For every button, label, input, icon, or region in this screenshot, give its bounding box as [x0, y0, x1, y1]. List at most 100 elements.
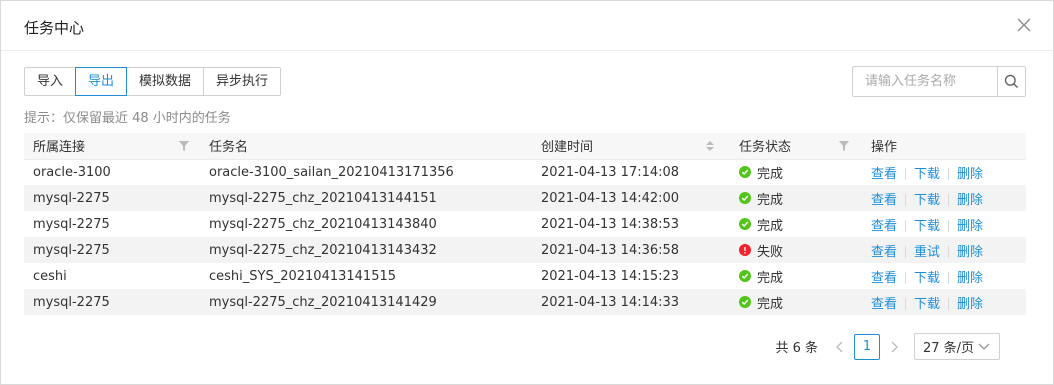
cell-task-name: mysql-2275_chz_20210413144151	[200, 185, 532, 211]
chevron-left-icon	[836, 341, 843, 352]
check-circle-icon	[739, 270, 751, 282]
view-link[interactable]: 查看	[871, 193, 897, 208]
table-row: mysql-2275 mysql-2275_chz_20210413143432 2…	[24, 237, 1026, 263]
status-badge: 完成	[739, 215, 783, 234]
cell-actions: 查看 重试 删除	[862, 237, 1026, 263]
table-row: mysql-2275 mysql-2275_chz_20210413141429 2…	[24, 289, 1026, 315]
table-row: oracle-3100 oracle-3100_sailan_2021041317…	[24, 159, 1026, 185]
view-link[interactable]: 查看	[871, 167, 897, 182]
divider	[905, 246, 907, 258]
cell-task-name: oracle-3100_sailan_20210413171356	[209, 164, 454, 180]
async-exec-button[interactable]: 异步执行	[203, 67, 282, 96]
task-search	[852, 66, 1026, 97]
view-link[interactable]: 查看	[871, 297, 897, 312]
cell-connection: ceshi	[33, 268, 67, 284]
divider	[948, 168, 950, 181]
status-badge: 失败	[739, 241, 783, 260]
filter-icon[interactable]	[178, 140, 190, 152]
cell-task-name: ceshi_SYS_20210413141515	[209, 268, 397, 284]
delete-link[interactable]: 删除	[957, 245, 983, 260]
divider	[905, 298, 907, 310]
cell-connection: mysql-2275	[24, 289, 200, 315]
action-toolbar: 导入 导出 模拟数据 异步执行	[24, 67, 282, 96]
chevron-down-icon	[978, 343, 990, 350]
dialog-title: 任务中心	[24, 19, 85, 37]
cell-connection: mysql-2275	[24, 185, 200, 211]
cell-status: 完成	[730, 263, 862, 289]
table-row: mysql-2275 mysql-2275_chz_20210413143840 2…	[24, 211, 1026, 237]
task-center-dialog: 任务中心 导入 导出 模拟数据 异步执行 提示：仅保留最近 48 小时内的任务 …	[0, 0, 1054, 385]
divider	[905, 220, 907, 232]
table-row: ceshi ceshi_SYS_20210413141515 2021-04-13 …	[24, 263, 1026, 289]
filter-icon[interactable]	[838, 140, 850, 152]
delete-link[interactable]: 删除	[957, 167, 983, 182]
cell-created-time: 2021-04-13 14:38:53	[541, 216, 680, 232]
next-page-button[interactable]	[884, 333, 904, 360]
pagination: 共 6 条 1 27 条/页	[775, 333, 1000, 360]
download-link[interactable]: 下载	[914, 219, 940, 234]
divider	[948, 272, 950, 284]
page-size-value: 27 条/页	[923, 341, 975, 356]
cell-status: 失败	[730, 237, 862, 263]
status-text: 完成	[757, 270, 784, 286]
delete-link[interactable]: 删除	[957, 297, 983, 312]
status-badge: 完成	[739, 293, 783, 312]
export-button[interactable]: 导出	[75, 67, 128, 96]
status-badge: 完成	[739, 267, 783, 286]
download-link[interactable]: 下载	[914, 271, 940, 286]
search-input[interactable]	[852, 66, 997, 97]
cell-actions: 查看 下载 删除	[862, 263, 1026, 289]
check-circle-icon	[739, 218, 751, 230]
cell-connection: oracle-3100	[33, 164, 111, 180]
import-button[interactable]: 导入	[24, 67, 77, 96]
col-header-status: 任务状态	[730, 133, 862, 160]
search-button[interactable]	[997, 66, 1026, 97]
cell-status: 完成	[730, 289, 862, 315]
cell-task-name: mysql-2275_chz_20210413143840	[209, 216, 437, 232]
cell-created-time: 2021-04-13 14:15:23	[541, 268, 680, 284]
status-badge: 完成	[739, 189, 783, 208]
status-badge: 完成	[739, 163, 783, 182]
status-text: 完成	[757, 166, 784, 182]
cell-status: 完成	[730, 211, 862, 237]
page-number-current[interactable]: 1	[854, 333, 880, 360]
sort-icon[interactable]	[704, 140, 716, 152]
close-icon[interactable]	[1015, 16, 1033, 34]
total-count: 共 6 条	[775, 341, 818, 356]
view-link[interactable]: 查看	[871, 271, 897, 286]
cell-connection: mysql-2275	[24, 237, 200, 263]
dialog-header: 任务中心	[1, 1, 1053, 51]
cell-task-name: mysql-2275_chz_20210413143432	[200, 237, 532, 263]
cell-status: 完成	[730, 185, 862, 211]
mock-data-button[interactable]: 模拟数据	[126, 67, 205, 96]
download-link[interactable]: 下载	[914, 193, 940, 208]
check-circle-icon	[739, 296, 751, 308]
download-link[interactable]: 下载	[914, 167, 940, 182]
retry-link[interactable]: 重试	[914, 245, 940, 260]
view-link[interactable]: 查看	[871, 219, 897, 234]
cell-created-time: 2021-04-13 14:36:58	[532, 237, 730, 263]
cell-status: 完成	[730, 159, 862, 185]
delete-link[interactable]: 删除	[957, 219, 983, 234]
retention-hint: 提示：仅保留最近 48 小时内的任务	[24, 111, 231, 126]
view-link[interactable]: 查看	[871, 245, 897, 260]
cell-actions: 查看 下载 删除	[862, 211, 1026, 237]
download-link[interactable]: 下载	[914, 297, 940, 312]
cell-actions: 查看 下载 删除	[862, 185, 1026, 211]
delete-link[interactable]: 删除	[957, 193, 983, 208]
table-header-row: 所属连接 任务名 创建时间 任务状态 操作	[24, 133, 1026, 160]
search-icon	[1004, 74, 1019, 89]
status-text: 失败	[757, 244, 784, 260]
cell-created-time: 2021-04-13 17:14:08	[541, 164, 680, 180]
cell-actions: 查看 下载 删除	[862, 159, 1026, 185]
cell-connection: mysql-2275	[33, 216, 110, 232]
col-header-actions: 操作	[862, 133, 1026, 160]
delete-link[interactable]: 删除	[957, 271, 983, 286]
prev-page-button[interactable]	[830, 333, 850, 360]
divider	[948, 220, 950, 232]
task-table: 所属连接 任务名 创建时间 任务状态 操作 oracle-3100 oracle-…	[24, 133, 1026, 315]
page-size-select[interactable]: 27 条/页	[914, 333, 1000, 360]
divider	[905, 168, 907, 181]
check-circle-icon	[739, 192, 751, 204]
divider	[948, 194, 950, 206]
